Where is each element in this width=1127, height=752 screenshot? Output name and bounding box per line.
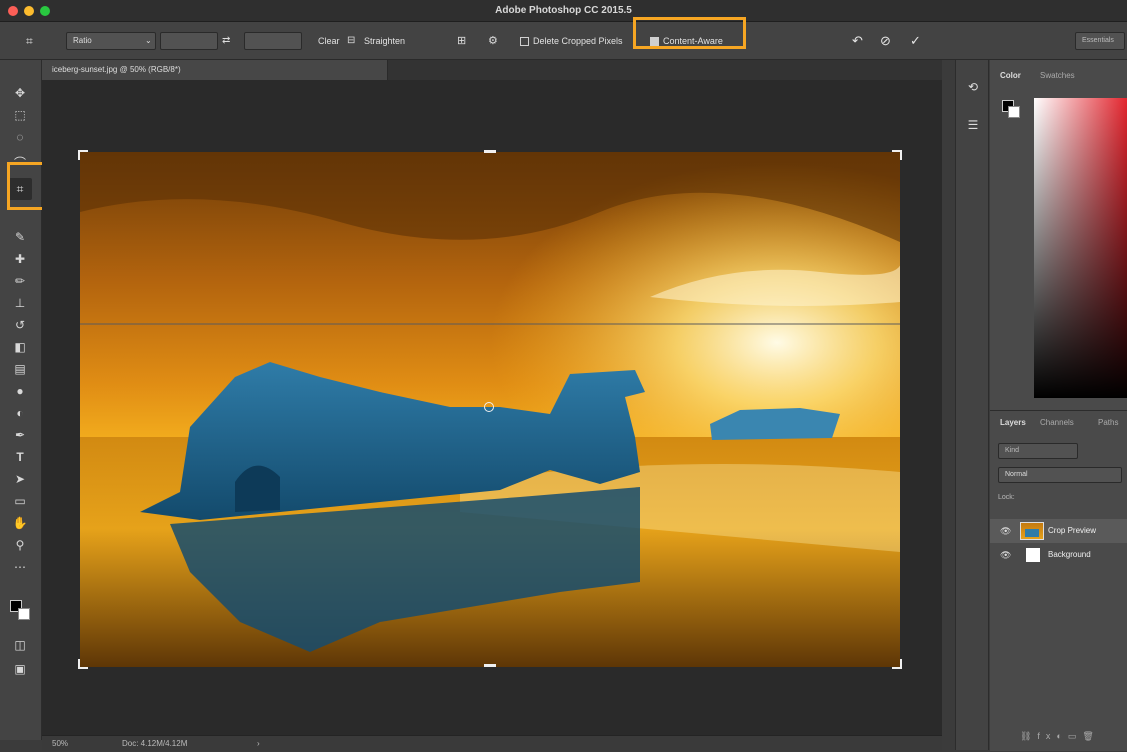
title-bar: Adobe Photoshop CC 2015.5 bbox=[0, 0, 1127, 22]
layer-kind-label: Kind bbox=[1005, 447, 1020, 454]
rectangle-tool-icon[interactable]: ▭ bbox=[8, 490, 32, 512]
workspace-label: Essentials bbox=[1082, 37, 1114, 44]
crop-center-marker bbox=[484, 402, 494, 412]
crop-tool-preset-icon[interactable]: ⌗ bbox=[26, 32, 42, 50]
cancel-crop-icon[interactable]: ⊘ bbox=[880, 31, 896, 51]
dodge-tool-icon[interactable]: ◐ bbox=[8, 402, 32, 424]
status-menu-arrow-icon[interactable]: › bbox=[257, 736, 260, 752]
overlay-grid-icon[interactable]: ⊞ bbox=[457, 32, 471, 50]
status-bar: 50% Doc: 4.12M/4.12M › bbox=[42, 735, 942, 751]
options-bar: ⌗ Ratio ⌄ ⇄ Clear ⊟ Straighten ⊞ ⚙ Delet… bbox=[0, 22, 1127, 60]
content-aware-highlight-box bbox=[633, 17, 746, 49]
quick-mask-icon[interactable]: ◫ bbox=[8, 634, 32, 656]
layers-panel: Layers Channels Paths Kind Normal Lock: … bbox=[990, 410, 1127, 751]
document-size: Doc: 4.12M/4.12M bbox=[122, 739, 188, 748]
eyedropper-tool-icon[interactable]: ✎ bbox=[8, 226, 32, 248]
brush-tool-icon[interactable]: ✏ bbox=[8, 270, 32, 292]
crop-handle-top[interactable] bbox=[484, 150, 496, 153]
blur-tool-icon[interactable]: ● bbox=[8, 380, 32, 402]
crop-settings-gear-icon[interactable]: ⚙ bbox=[488, 32, 502, 50]
panel-background-swatch[interactable] bbox=[1008, 106, 1020, 118]
zoom-level[interactable]: 50% bbox=[52, 736, 68, 752]
document-tab-label: iceberg-sunset.jpg @ 50% (RGB/8*) bbox=[52, 65, 181, 74]
layer-thumbnail bbox=[1026, 548, 1040, 562]
ratio-select-value: Ratio bbox=[73, 36, 92, 45]
layer-thumbnail bbox=[1020, 522, 1044, 540]
crop-handle-top-left[interactable] bbox=[78, 150, 88, 160]
pen-tool-icon[interactable]: ✒ bbox=[8, 424, 32, 446]
zoom-tool-icon[interactable]: ⚲ bbox=[8, 534, 32, 556]
marquee-tool-icon[interactable]: ⬚ bbox=[8, 104, 32, 126]
layer-row-crop-preview[interactable]: 👁 Crop Preview bbox=[990, 519, 1127, 543]
layer-name[interactable]: Crop Preview bbox=[1048, 519, 1096, 543]
crop-handle-bottom-right[interactable] bbox=[892, 659, 902, 669]
checkbox-icon bbox=[520, 37, 529, 47]
swap-icon[interactable]: ⇄ bbox=[222, 32, 236, 50]
crop-handle-bottom-left[interactable] bbox=[78, 659, 88, 669]
tab-paths[interactable]: Paths bbox=[1098, 413, 1118, 433]
history-brush-tool-icon[interactable]: ↺ bbox=[8, 314, 32, 336]
tab-swatches[interactable]: Swatches bbox=[1040, 66, 1075, 86]
color-picker-field[interactable] bbox=[1034, 98, 1127, 398]
width-field[interactable] bbox=[160, 32, 218, 50]
path-selection-tool-icon[interactable]: ➤ bbox=[8, 468, 32, 490]
visibility-eye-icon[interactable]: 👁 bbox=[1000, 526, 1011, 536]
delete-cropped-pixels-label: Delete Cropped Pixels bbox=[533, 36, 623, 46]
blend-mode-select[interactable]: Normal bbox=[998, 467, 1122, 483]
panel-dock: ⟲ ☰ bbox=[955, 60, 989, 750]
tab-layers[interactable]: Layers bbox=[1000, 413, 1026, 433]
lock-label: Lock: bbox=[998, 494, 1015, 501]
straighten-button[interactable]: Straighten bbox=[364, 32, 405, 50]
layer-name[interactable]: Background bbox=[1048, 543, 1091, 567]
blend-mode-value: Normal bbox=[1005, 471, 1028, 478]
more-tools-icon[interactable]: ⋯ bbox=[8, 556, 32, 578]
commit-crop-icon[interactable]: ✓ bbox=[910, 31, 926, 51]
layer-row-background[interactable]: 👁 Background bbox=[990, 543, 1127, 567]
move-tool-icon[interactable]: ✥ bbox=[8, 82, 32, 104]
clear-button[interactable]: Clear bbox=[318, 32, 340, 50]
ratio-select[interactable]: Ratio ⌄ bbox=[66, 32, 156, 50]
visibility-eye-icon[interactable]: 👁 bbox=[1000, 550, 1011, 560]
document-tab[interactable]: iceberg-sunset.jpg @ 50% (RGB/8*) bbox=[42, 60, 388, 80]
background-color-swatch[interactable] bbox=[18, 608, 30, 620]
lasso-tool-icon[interactable]: ◌ bbox=[8, 126, 32, 148]
type-tool-icon[interactable]: T bbox=[8, 446, 32, 468]
healing-brush-tool-icon[interactable]: ✚ bbox=[8, 248, 32, 270]
tab-channels[interactable]: Channels bbox=[1040, 413, 1074, 433]
straighten-icon: ⊟ bbox=[347, 35, 356, 46]
clone-stamp-tool-icon[interactable]: ⊥ bbox=[8, 292, 32, 314]
workspace-switcher[interactable]: Essentials bbox=[1075, 32, 1125, 50]
crop-handle-top-right[interactable] bbox=[892, 150, 902, 160]
tab-color[interactable]: Color bbox=[1000, 66, 1021, 86]
chevron-down-icon: ⌄ bbox=[145, 36, 152, 45]
delete-cropped-pixels-checkbox[interactable]: Delete Cropped Pixels bbox=[520, 32, 623, 50]
app-title: Adobe Photoshop CC 2015.5 bbox=[495, 5, 632, 16]
layers-panel-footer-icons[interactable]: ⛓fx◐▭🗑 bbox=[1020, 729, 1120, 743]
crop-handle-bottom[interactable] bbox=[484, 664, 496, 667]
color-panel: Color Swatches bbox=[990, 60, 1127, 410]
reset-crop-icon[interactable]: ↶ bbox=[852, 31, 868, 51]
history-panel-icon[interactable]: ⟲ bbox=[964, 78, 982, 96]
eraser-tool-icon[interactable]: ◧ bbox=[8, 336, 32, 358]
screen-mode-icon[interactable]: ▣ bbox=[8, 658, 32, 680]
properties-panel-icon[interactable]: ☰ bbox=[964, 116, 982, 134]
layer-kind-filter[interactable]: Kind bbox=[998, 443, 1078, 459]
height-field[interactable] bbox=[244, 32, 302, 50]
hand-tool-icon[interactable]: ✋ bbox=[8, 512, 32, 534]
gradient-tool-icon[interactable]: ▤ bbox=[8, 358, 32, 380]
